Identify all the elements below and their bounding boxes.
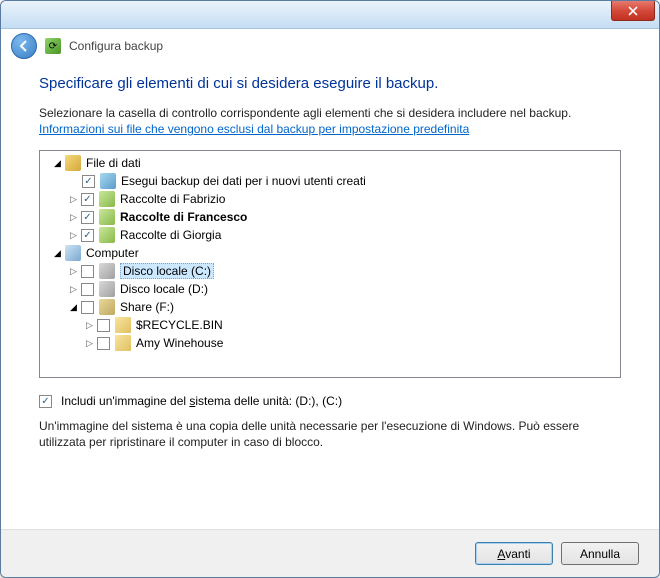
tree-label: File di dati [86, 156, 141, 170]
tree-node-giorgia[interactable]: ▷ Raccolte di Giorgia [40, 226, 620, 244]
system-image-description: Un'immagine del sistema è una copia dell… [39, 418, 621, 450]
expand-toggle[interactable]: ◢ [52, 248, 63, 259]
users-icon [65, 155, 81, 171]
tree-node-nuovi-utenti[interactable]: Esegui backup dei dati per i nuovi utent… [40, 172, 620, 190]
computer-icon [65, 245, 81, 261]
user-icon [100, 173, 116, 189]
expand-toggle[interactable]: ◢ [68, 302, 79, 313]
expand-toggle[interactable]: ◢ [52, 158, 63, 169]
system-image-label: Includi un'immagine del sistema delle un… [61, 394, 342, 408]
checkbox[interactable] [81, 229, 94, 242]
collection-icon [99, 191, 115, 207]
tree-label: Raccolte di Giorgia [120, 228, 221, 242]
titlebar [1, 1, 659, 29]
header-bar: ⟳ Configura backup [1, 29, 659, 63]
expand-toggle[interactable]: ▷ [84, 320, 95, 331]
tree-label: Raccolte di Francesco [120, 210, 247, 224]
cancel-button[interactable]: Annulla [561, 542, 639, 565]
collection-icon [99, 227, 115, 243]
share-drive-icon [99, 299, 115, 315]
tree-label: Computer [86, 246, 139, 260]
checkbox-system-image[interactable] [39, 395, 52, 408]
tree-node-share-f[interactable]: ◢ Share (F:) [40, 298, 620, 316]
tree-label: Disco locale (D:) [120, 282, 208, 296]
header-title: Configura backup [69, 39, 163, 53]
tree-label: Esegui backup dei dati per i nuovi utent… [121, 174, 366, 188]
folder-icon [115, 335, 131, 351]
drive-icon [99, 281, 115, 297]
tree-node-amy[interactable]: ▷ Amy Winehouse [40, 334, 620, 352]
tree-node-recycle[interactable]: ▷ $RECYCLE.BIN [40, 316, 620, 334]
tree-node-fabrizio[interactable]: ▷ Raccolte di Fabrizio [40, 190, 620, 208]
tree-label: Disco locale (C:) [120, 263, 214, 279]
expand-toggle[interactable]: ▷ [68, 212, 79, 223]
tree-node-computer[interactable]: ◢ Computer [40, 244, 620, 262]
checkbox[interactable] [81, 265, 94, 278]
checkbox[interactable] [97, 337, 110, 350]
tree-label: Amy Winehouse [136, 336, 223, 350]
checkbox[interactable] [81, 283, 94, 296]
checkbox[interactable] [81, 193, 94, 206]
footer: Avanti Annulla [1, 529, 659, 577]
tree-node-disco-d[interactable]: ▷ Disco locale (D:) [40, 280, 620, 298]
expand-toggle[interactable]: ▷ [68, 194, 79, 205]
tree-label: Raccolte di Fabrizio [120, 192, 225, 206]
wizard-window: ⟳ Configura backup Specificare gli eleme… [0, 0, 660, 578]
page-heading: Specificare gli elementi di cui si desid… [39, 75, 621, 92]
drive-icon [99, 263, 115, 279]
expand-toggle[interactable]: ▷ [68, 230, 79, 241]
tree-node-francesco[interactable]: ▷ Raccolte di Francesco [40, 208, 620, 226]
back-button[interactable] [11, 33, 37, 59]
content-area: Specificare gli elementi di cui si desid… [1, 63, 659, 450]
expand-toggle[interactable]: ▷ [68, 284, 79, 295]
checkbox[interactable] [82, 175, 95, 188]
close-button[interactable] [611, 1, 655, 21]
expand-toggle[interactable]: ▷ [84, 338, 95, 349]
collection-icon [99, 209, 115, 225]
folder-icon [115, 317, 131, 333]
next-button[interactable]: Avanti [475, 542, 553, 565]
backup-tree[interactable]: ◢ File di dati Esegui backup dei dati pe… [39, 150, 621, 378]
system-image-option[interactable]: Includi un'immagine del sistema delle un… [39, 394, 621, 408]
tree-node-disco-c[interactable]: ▷ Disco locale (C:) [40, 262, 620, 280]
backup-icon: ⟳ [45, 38, 61, 54]
checkbox[interactable] [81, 211, 94, 224]
page-description: Selezionare la casella di controllo corr… [39, 106, 621, 120]
tree-label: Share (F:) [120, 300, 174, 314]
tree-node-file-di-dati[interactable]: ◢ File di dati [40, 154, 620, 172]
checkbox[interactable] [97, 319, 110, 332]
help-link[interactable]: Informazioni sui file che vengono esclus… [39, 122, 469, 136]
tree-label: $RECYCLE.BIN [136, 318, 223, 332]
checkbox[interactable] [81, 301, 94, 314]
expand-toggle[interactable]: ▷ [68, 266, 79, 277]
